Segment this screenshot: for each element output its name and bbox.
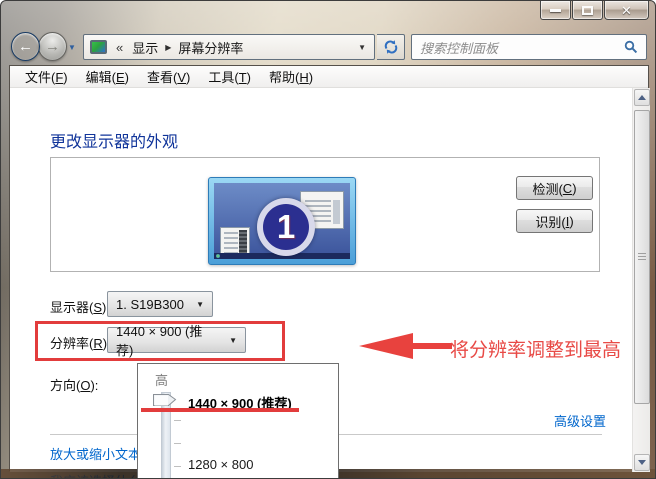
annotation-text: 将分辨率调整到最高 [450,340,622,361]
slider-high-label: 高 [155,373,169,388]
vertical-scrollbar[interactable] [632,88,650,472]
client-area: 文件(F) 编辑(E) 查看(V) 工具(T) 帮助(H) 更改显示器的外观 1… [9,65,650,478]
maximize-icon [582,5,593,15]
search-magnifier-icon[interactable] [624,40,638,54]
monitor-preview-box: 1 检测(C) 识别(I) [50,157,600,272]
menu-tools[interactable]: 工具(T) [199,65,260,88]
location-monitor-icon [90,40,107,54]
address-dropdown-icon[interactable]: ▼ [354,43,370,52]
back-button[interactable]: ← [11,32,40,61]
menu-bar: 文件(F) 编辑(E) 查看(V) 工具(T) 帮助(H) [10,66,648,88]
slider-tick [174,466,181,467]
scrollbar-grip-icon [638,253,646,261]
minimize-icon [550,8,561,12]
back-arrow-icon: ← [18,38,33,55]
display-combobox[interactable]: 1. S19B300 ▼ [107,291,213,317]
preview-start-orb-icon [216,254,220,258]
close-icon: ✕ [621,2,632,18]
resolution-option-selected[interactable]: 1440 × 900 (推荐) [188,393,292,412]
resolution-slider-thumb[interactable] [152,393,177,407]
monitor-number: 1 [276,208,296,245]
window-controls: ✕ [540,1,649,20]
breadcrumb-item-resolution[interactable]: 屏幕分辨率 [173,36,248,59]
forward-button[interactable]: → [38,32,67,61]
orientation-label: 方向(O): [50,378,99,393]
monitor-screen: 1 [214,183,350,259]
history-dropdown-icon[interactable]: ▼ [68,43,76,52]
menu-file[interactable]: 文件(F) [16,65,77,88]
resolution-label: 分辨率(R): [50,336,111,351]
resolution-dropdown-panel: 高 1440 × 900 (推荐) 1280 × 800 [137,363,339,478]
scroll-down-button[interactable] [634,454,650,471]
resolution-combobox[interactable]: 1440 × 900 (推荐) ▼ [107,324,246,358]
resolution-option-1280[interactable]: 1280 × 800 [188,457,253,472]
advanced-settings-link[interactable]: 高级设置 [554,411,606,430]
menu-view[interactable]: 查看(V) [138,65,199,88]
close-button[interactable]: ✕ [604,1,649,20]
search-placeholder: 搜索控制面板 [420,40,499,56]
refresh-icon [384,40,397,54]
title-bar[interactable]: ✕ [1,1,655,29]
monitor-preview[interactable]: 1 [208,177,356,265]
page-title: 更改显示器的外观 [50,134,179,151]
scrollbar-thumb[interactable] [634,110,650,404]
breadcrumb-item-display[interactable]: 显示 [127,36,163,59]
navigation-bar: ← → ▼ « 显示 ▶ 屏幕分辨率 ▼ 搜索控制面板 [1,29,655,65]
resize-text-link[interactable]: 放大或缩小文本 [50,444,141,463]
scroll-up-button[interactable] [634,89,650,106]
slider-tick [174,420,181,421]
maximize-button[interactable] [572,1,603,20]
annotation-arrow-icon [359,333,413,359]
identify-button[interactable]: 识别(I) [516,209,593,233]
chevron-down-icon: ▼ [229,335,237,345]
display-label: 显示器(S): [50,300,110,315]
refresh-button[interactable] [377,34,405,60]
address-bar[interactable]: « 显示 ▶ 屏幕分辨率 ▼ [83,34,375,60]
annotation-arrow-shaft [408,343,452,349]
monitor-number-badge: 1 [257,198,315,256]
detect-button[interactable]: 检测(C) [516,176,593,200]
search-box[interactable]: 搜索控制面板 [411,34,647,60]
minimize-button[interactable] [540,1,571,20]
breadcrumb-overflow-chevron[interactable]: « [116,40,123,55]
arrow-up-icon [638,95,646,100]
which-settings-link[interactable]: 我应该选择什么 [50,471,141,478]
chevron-down-icon: ▼ [196,299,204,309]
breadcrumb-separator-icon: ▶ [165,42,172,52]
settings-page: 更改显示器的外观 1 检测(C) 识别(I) 显示器(S): 1. S19… [10,88,650,478]
slider-tick [174,443,181,444]
menu-edit[interactable]: 编辑(E) [77,65,138,88]
arrow-down-icon [638,460,646,465]
forward-arrow-icon: → [45,38,60,55]
explorer-window: ✕ ← → ▼ « 显示 ▶ 屏幕分辨率 ▼ 搜索控制面板 文件(F) 编辑(E… [0,0,656,479]
menu-help[interactable]: 帮助(H) [260,65,322,88]
